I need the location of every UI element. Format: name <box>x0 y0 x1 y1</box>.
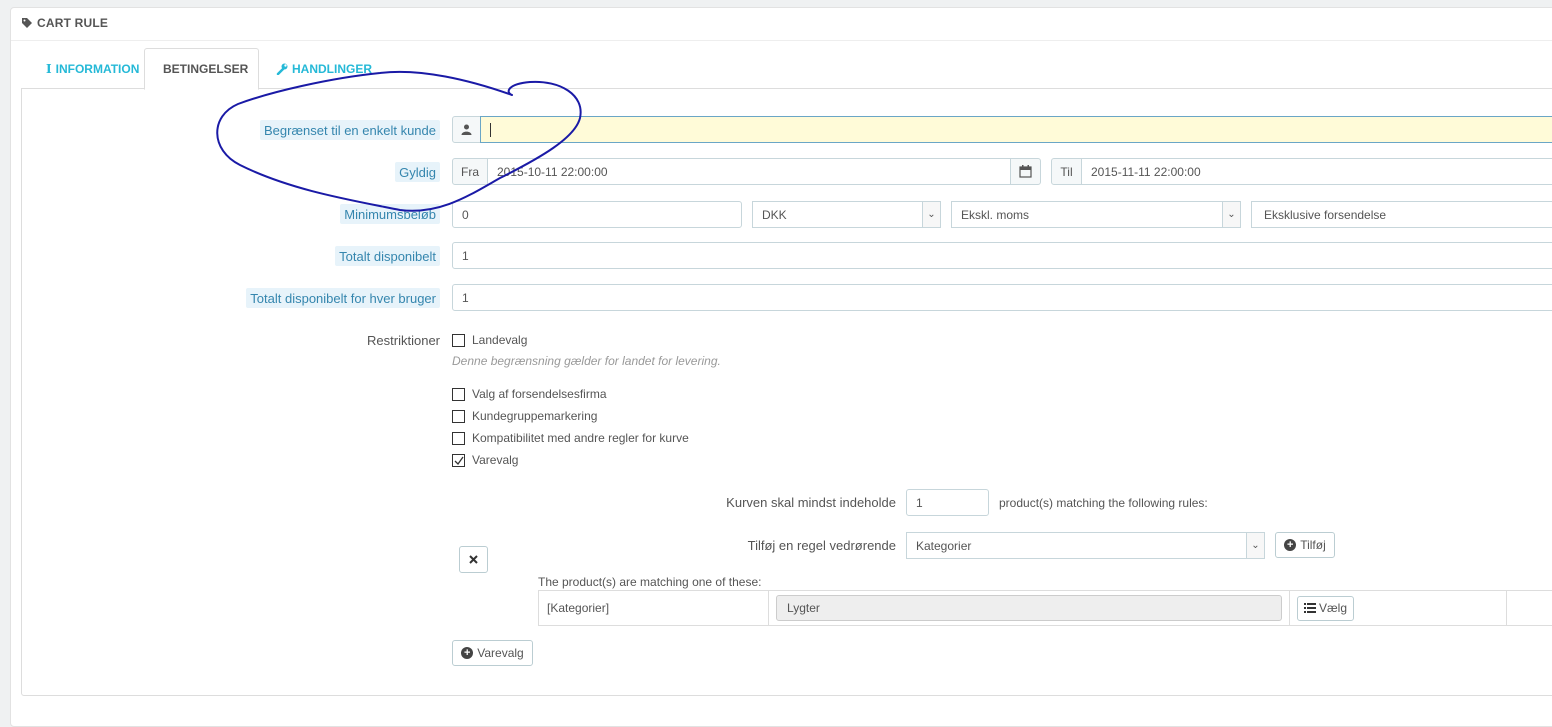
country-help-text: Denne begrænsning gælder for landet for … <box>452 354 721 368</box>
minimum-amount-input[interactable]: 0 <box>452 201 742 228</box>
total-per-user-label: Totalt disponibelt for hver bruger <box>246 288 440 308</box>
text-cursor <box>490 122 491 137</box>
customer-addon <box>452 116 481 143</box>
chevron-down-icon: ⌄ <box>922 202 940 227</box>
valid-from-input[interactable]: 2015-10-11 22:00:00 <box>487 158 1011 185</box>
valid-from-addon: Fra <box>452 158 488 185</box>
checkbox[interactable] <box>452 387 465 401</box>
plus-circle-icon: + <box>461 647 474 659</box>
tax-select[interactable]: Ekskl. moms ⌄ <box>951 201 1241 228</box>
rule-value-display[interactable]: Lygter <box>776 595 1282 621</box>
chevron-down-icon: ⌄ <box>1222 202 1240 227</box>
tag-icon <box>22 18 32 28</box>
checkbox[interactable] <box>452 431 465 445</box>
tab-handlinger-label: HANDLINGER <box>292 61 372 76</box>
compat-restriction[interactable]: Kompatibilitet med andre regler for kurv… <box>452 429 689 447</box>
restrictions-label: Restriktioner <box>367 332 440 348</box>
product-restriction[interactable]: Varevalg <box>452 451 518 469</box>
matching-text: product(s) matching the following rules: <box>999 496 1208 510</box>
rule-value-cell: Lygter <box>769 591 1290 625</box>
chevron-down-icon: ⌄ <box>1246 533 1264 558</box>
panel-heading: CART RULE <box>21 16 108 30</box>
customer-input[interactable] <box>480 116 1552 143</box>
user-icon <box>461 124 472 135</box>
add-rule-label: Tilføj en regel vedrørende <box>747 538 896 553</box>
shipping-select[interactable]: Eksklusive forsendelse <box>1251 201 1552 228</box>
valid-label: Gyldig <box>395 162 440 182</box>
rule-type-cell: [Kategorier] <box>547 601 610 615</box>
calendar-button[interactable] <box>1010 158 1041 185</box>
cart-min-input[interactable]: 1 <box>906 489 989 516</box>
close-icon <box>469 555 478 564</box>
valid-to-input[interactable]: 2015-11-11 22:00:00 <box>1081 158 1552 185</box>
carrier-restriction[interactable]: Valg af forsendelsesfirma <box>452 385 607 403</box>
customer-label: Begrænset til en enkelt kunde <box>260 120 440 140</box>
cart-min-label: Kurven skal mindst indeholde <box>726 495 896 510</box>
total-per-user-input[interactable]: 1 <box>452 284 1552 311</box>
checkbox[interactable] <box>452 333 465 347</box>
tab-betingelser-label: BETINGELSER <box>163 62 249 76</box>
currency-select[interactable]: DKK ⌄ <box>752 201 941 228</box>
rule-action-cell: Vælg <box>1290 591 1507 625</box>
list-icon <box>1304 603 1316 613</box>
table-row: [Kategorier] <box>539 591 769 625</box>
total-available-label: Totalt disponibelt <box>335 246 440 266</box>
rule-table: [Kategorier] Lygter Vælg <box>538 590 1552 626</box>
country-restriction[interactable]: Landevalg <box>452 331 527 349</box>
tab-information[interactable]: i INFORMATION <box>32 48 153 89</box>
wrench-icon <box>276 63 288 75</box>
plus-circle-icon: + <box>1284 539 1297 551</box>
check-icon <box>454 456 464 465</box>
calendar-icon <box>1019 165 1032 178</box>
checkbox-checked[interactable] <box>452 453 465 467</box>
panel-divider <box>11 40 1552 41</box>
total-available-input[interactable]: 1 <box>452 242 1552 269</box>
remove-rule-group-button[interactable] <box>459 546 488 573</box>
panel-title: CART RULE <box>37 16 109 30</box>
add-rule-button[interactable]: + Tilføj <box>1275 532 1335 558</box>
rule-type-select[interactable]: Kategorier ⌄ <box>906 532 1265 559</box>
tab-handlinger[interactable]: HANDLINGER <box>262 48 386 89</box>
group-restriction[interactable]: Kundegruppemarkering <box>452 407 597 425</box>
matching-one-text: The product(s) are matching one of these… <box>538 575 762 589</box>
minimum-label: Minimumsbeløb <box>340 204 440 224</box>
checkbox[interactable] <box>452 409 465 423</box>
choose-button[interactable]: Vælg <box>1297 595 1355 621</box>
valid-to-addon: Til <box>1051 158 1082 185</box>
add-product-group-button[interactable]: + Varevalg <box>452 640 533 666</box>
tab-information-label: INFORMATION <box>55 61 140 76</box>
info-icon: i <box>46 61 52 76</box>
tab-betingelser[interactable]: BETINGELSER <box>144 48 259 90</box>
